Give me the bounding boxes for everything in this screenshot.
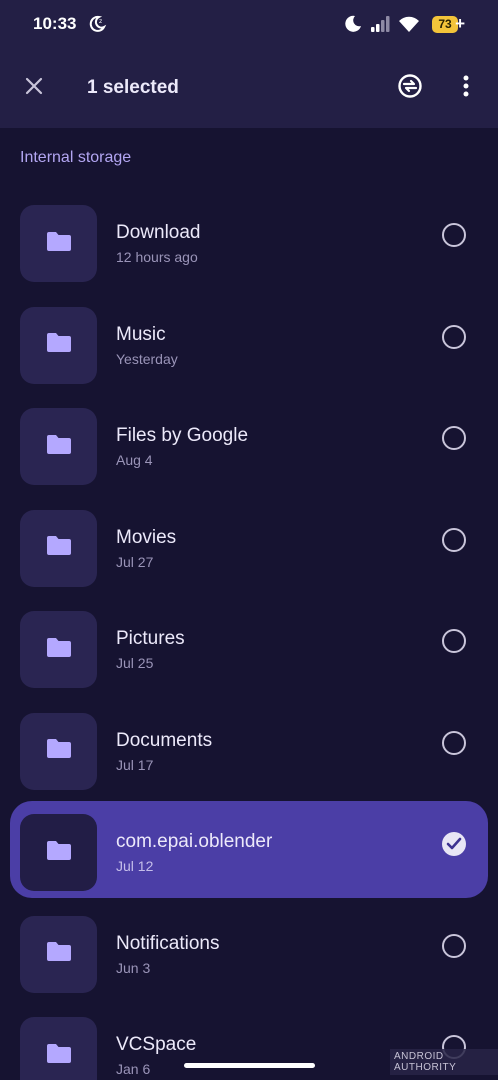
folder-icon xyxy=(46,434,72,460)
signal-icon xyxy=(370,15,392,33)
folder-row[interactable]: Pictures Jul 25 xyxy=(10,598,488,695)
folder-icon xyxy=(46,840,72,866)
folder-thumbnail xyxy=(20,306,97,384)
folder-modified-date: 12 hours ago xyxy=(116,249,198,265)
folder-row[interactable]: com.epai.oblender Jul 12 xyxy=(10,801,488,898)
folder-thumbnail xyxy=(20,712,97,790)
unchecked-circle-icon[interactable] xyxy=(442,730,466,755)
folder-name: Music xyxy=(116,323,166,345)
folder-thumbnail xyxy=(20,1017,97,1080)
folder-modified-date: Jul 17 xyxy=(116,756,154,773)
folder-modified-date: Aug 4 xyxy=(116,452,153,468)
bedtime-icon: z xyxy=(87,14,107,34)
folder-icon xyxy=(46,332,72,358)
folder-name: Pictures xyxy=(116,628,185,649)
sync-icon xyxy=(397,73,423,104)
folder-row[interactable]: Files by Google Aug 4 xyxy=(10,395,488,492)
folder-modified-date: Jun 3 xyxy=(116,959,151,976)
folder-row[interactable]: Download 12 hours ago xyxy=(10,192,488,289)
folder-name: Movies xyxy=(116,526,177,548)
status-time: 10:33 xyxy=(33,14,77,33)
unchecked-circle-icon[interactable] xyxy=(442,223,466,247)
folder-name: Documents xyxy=(116,729,213,751)
folder-name: Notifications xyxy=(116,932,220,954)
sync-button[interactable] xyxy=(390,68,430,108)
app-bar: 1 selected xyxy=(0,60,498,120)
checked-circle-icon[interactable] xyxy=(442,832,466,856)
folder-thumbnail xyxy=(20,814,97,891)
folder-thumbnail xyxy=(20,611,97,688)
moon-icon xyxy=(344,15,362,33)
folder-icon xyxy=(46,637,72,663)
unchecked-circle-icon[interactable] xyxy=(442,324,466,349)
folder-name: com.epai.oblender xyxy=(116,831,273,852)
folder-icon xyxy=(46,1043,72,1069)
folder-thumbnail xyxy=(20,915,97,993)
selection-count-title: 1 selected xyxy=(87,77,179,98)
folder-modified-date: Yesterday xyxy=(116,350,178,367)
unchecked-circle-icon[interactable] xyxy=(442,426,466,450)
folder-name: Download xyxy=(116,222,201,243)
folder-modified-date: Jul 25 xyxy=(116,655,154,671)
folder-modified-date: Jul 12 xyxy=(116,858,154,874)
folder-modified-date: Jul 27 xyxy=(116,553,154,570)
folder-thumbnail xyxy=(20,205,97,282)
unchecked-circle-icon[interactable] xyxy=(442,527,466,552)
section-header-internal-storage: Internal storage xyxy=(20,149,132,166)
folder-name: VCSpace xyxy=(116,1034,197,1055)
folder-icon xyxy=(46,535,72,561)
folder-row[interactable]: Movies Jul 27 xyxy=(10,497,488,594)
more-options-button[interactable] xyxy=(446,68,486,108)
close-icon xyxy=(24,76,44,101)
status-bar: 10:33 z 73 + xyxy=(0,0,498,50)
folder-row[interactable]: Music Yesterday xyxy=(10,294,488,391)
wifi-icon xyxy=(397,14,421,34)
gesture-home-bar[interactable] xyxy=(184,1063,315,1068)
folder-icon xyxy=(46,231,72,257)
folder-modified-date: Jan 6 xyxy=(116,1061,151,1077)
svg-text:z: z xyxy=(99,18,102,25)
folder-icon xyxy=(46,941,72,967)
folder-thumbnail xyxy=(20,408,97,485)
unchecked-circle-icon[interactable] xyxy=(442,629,466,653)
folder-name: Files by Google xyxy=(116,425,249,446)
battery-plus: + xyxy=(455,14,465,33)
folder-icon xyxy=(46,738,72,764)
folder-row[interactable]: Documents Jul 17 xyxy=(10,700,488,797)
folder-thumbnail xyxy=(20,509,97,587)
close-selection-button[interactable] xyxy=(14,68,54,108)
more-vert-icon xyxy=(463,75,469,102)
unchecked-circle-icon[interactable] xyxy=(442,933,466,958)
watermark: ANDROID AUTHORITY xyxy=(390,1049,498,1075)
folder-row[interactable]: Notifications Jun 3 xyxy=(10,903,488,1000)
